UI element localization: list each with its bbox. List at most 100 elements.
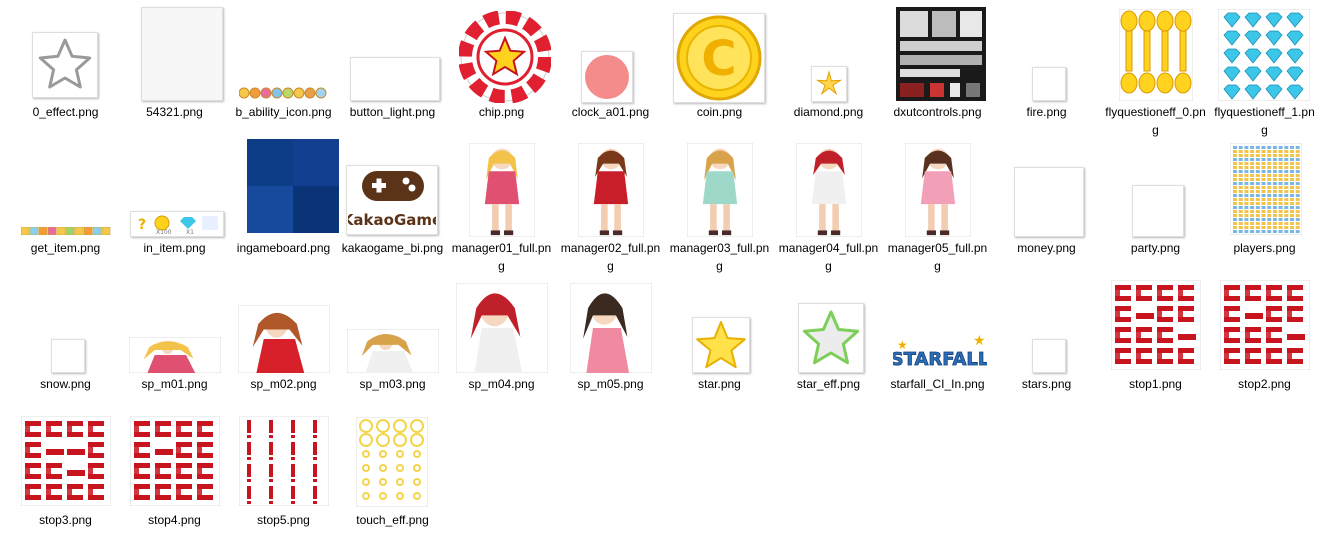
file-item-stop1[interactable]: stop1.png	[1101, 275, 1210, 411]
file-name-label: flyquestioneff_1.png	[1214, 105, 1315, 137]
file-item-party[interactable]: party.png	[1101, 139, 1210, 275]
file-item-b-ability-icon[interactable]: b_ability_icon.png	[229, 3, 338, 139]
file-item-clock-a01[interactable]: clock_a01.png	[556, 3, 665, 139]
blank-thumbnail-icon	[992, 277, 1101, 373]
file-item-stop4[interactable]: stop4.png	[120, 411, 229, 547]
file-item-in-item[interactable]: ? X100 X1 in_item.png	[120, 139, 229, 275]
character-pose-thumbnail-icon	[338, 277, 447, 373]
diamond-grid-sprite-thumbnail-icon	[1210, 5, 1319, 101]
file-item-manager02-full[interactable]: manager02_full.png	[556, 139, 665, 275]
file-item-flyquestioneff-0[interactable]: flyquestioneff_0.png	[1101, 3, 1210, 139]
svg-text:X1: X1	[186, 229, 194, 235]
file-item-fire[interactable]: fire.png	[992, 3, 1101, 139]
file-name-label: touch_eff.png	[356, 513, 429, 527]
file-item-sp-m02[interactable]: sp_m02.png	[229, 275, 338, 411]
kakaogame-logo-text: KakaoGame	[348, 211, 436, 229]
file-item-54321[interactable]: 54321.png	[120, 3, 229, 139]
red-exclamation-sprite-thumbnail-icon	[229, 413, 338, 509]
red-text-sprite-thumbnail-icon	[11, 413, 120, 509]
star-outline-icon	[11, 5, 120, 101]
file-item-manager01-full[interactable]: manager01_full.png	[447, 139, 556, 275]
file-name-label: party.png	[1130, 241, 1181, 255]
file-item-snow[interactable]: snow.png	[11, 275, 120, 411]
file-name-label: stop3.png	[39, 513, 92, 527]
file-name-label: manager01_full.png	[451, 241, 552, 273]
file-name-label: chip.png	[478, 105, 525, 119]
file-item-chip[interactable]: chip.png	[447, 3, 556, 139]
pink-circle-icon	[556, 5, 665, 103]
file-item-money[interactable]: money.png	[992, 139, 1101, 275]
file-name-label: in_item.png	[143, 241, 206, 255]
file-name-label: stop1.png	[1129, 377, 1182, 391]
file-name-label: manager02_full.png	[560, 241, 661, 273]
file-name-label: b_ability_icon.png	[235, 105, 332, 119]
blue-board-thumbnail-icon	[229, 139, 339, 237]
file-item-coin[interactable]: C coin.png	[665, 3, 774, 139]
file-item-sp-m01[interactable]: sp_m01.png	[120, 275, 229, 411]
file-item-touch-eff[interactable]: touch_eff.png	[338, 411, 447, 547]
file-item-diamond[interactable]: diamond.png	[774, 3, 883, 139]
file-name-label: flyquestioneff_0.png	[1105, 105, 1206, 137]
starfall-logo-icon: ★ STARFALL ★	[883, 277, 992, 373]
file-name-label: dxutcontrols.png	[893, 105, 982, 119]
file-item-stop5[interactable]: stop5.png	[229, 411, 338, 547]
file-item-0-effect[interactable]: 0_effect.png	[11, 3, 120, 139]
character-figure-icon	[556, 141, 665, 237]
gold-coin-icon: C	[665, 5, 774, 103]
file-name-label: sp_m05.png	[577, 377, 644, 391]
file-name-label: stars.png	[1021, 377, 1072, 391]
file-item-manager05-full[interactable]: manager05_full.png	[883, 139, 992, 275]
file-name-label: star_eff.png	[796, 377, 861, 391]
yellow-star-icon	[665, 277, 774, 373]
file-item-stop3[interactable]: stop3.png	[11, 411, 120, 547]
file-item-flyquestioneff-1[interactable]: flyquestioneff_1.png	[1210, 3, 1319, 139]
svg-text:★: ★	[973, 333, 986, 348]
file-item-sp-m03[interactable]: sp_m03.png	[338, 275, 447, 411]
yellow-ring-sprite-thumbnail-icon	[338, 413, 447, 509]
character-pose-thumbnail-icon	[120, 277, 229, 373]
file-name-label: stop5.png	[257, 513, 310, 527]
file-item-ingameboard[interactable]: ingameboard.png	[229, 139, 339, 275]
file-item-sp-m04[interactable]: sp_m04.png	[447, 275, 556, 411]
item-strip-thumbnail-icon	[11, 141, 120, 237]
file-item-stars[interactable]: stars.png	[992, 275, 1101, 411]
file-name-label: ingameboard.png	[236, 241, 331, 255]
file-item-star-eff[interactable]: star_eff.png	[774, 275, 883, 411]
file-name-label: star.png	[698, 377, 741, 391]
in-item-thumbnail-icon: ? X100 X1	[120, 141, 229, 237]
file-name-label: snow.png	[40, 377, 91, 391]
file-item-button-light[interactable]: button_light.png	[338, 3, 447, 139]
kakaogame-logo-icon: KakaoGame	[338, 141, 447, 237]
file-name-label: stop4.png	[148, 513, 201, 527]
file-name-label: button_light.png	[349, 105, 436, 119]
file-item-manager04-full[interactable]: manager04_full.png	[774, 139, 883, 275]
white-star-icon	[774, 277, 883, 373]
file-item-dxutcontrols[interactable]: dxutcontrols.png	[883, 3, 992, 139]
character-figure-icon	[665, 141, 774, 237]
file-name-label: 0_effect.png	[32, 105, 99, 119]
file-item-stop2[interactable]: stop2.png	[1210, 275, 1319, 411]
file-item-starfall-ci-in[interactable]: ★ STARFALL ★ starfall_CI_In.png	[883, 275, 992, 411]
file-name-label: fire.png	[1026, 105, 1067, 119]
file-name-label: starfall_CI_In.png	[890, 377, 985, 391]
file-item-kakaogame-bi[interactable]: KakaoGame kakaogame_bi.png	[338, 139, 447, 275]
file-name-label: kakaogame_bi.png	[341, 241, 444, 255]
svg-text:X100: X100	[156, 229, 172, 235]
coin-animation-sprite-thumbnail-icon	[1101, 5, 1210, 101]
file-item-players[interactable]: players.png	[1210, 139, 1319, 275]
file-name-label: manager05_full.png	[887, 241, 988, 273]
sparkle-icon	[774, 5, 883, 102]
file-item-star[interactable]: star.png	[665, 275, 774, 411]
file-item-manager03-full[interactable]: manager03_full.png	[665, 139, 774, 275]
character-figure-icon	[447, 141, 556, 237]
file-item-sp-m05[interactable]: sp_m05.png	[556, 275, 665, 411]
file-name-label: players.png	[1233, 241, 1296, 255]
casino-chip-icon	[447, 5, 556, 103]
file-item-get-item[interactable]: get_item.png	[11, 139, 120, 275]
red-text-sprite-thumbnail-icon	[1210, 277, 1319, 373]
file-name-label: 54321.png	[146, 105, 203, 119]
character-figure-icon	[774, 141, 883, 237]
file-name-label: stop2.png	[1238, 377, 1291, 391]
blank-thumbnail-icon	[992, 5, 1101, 101]
svg-text:?: ?	[138, 217, 146, 233]
